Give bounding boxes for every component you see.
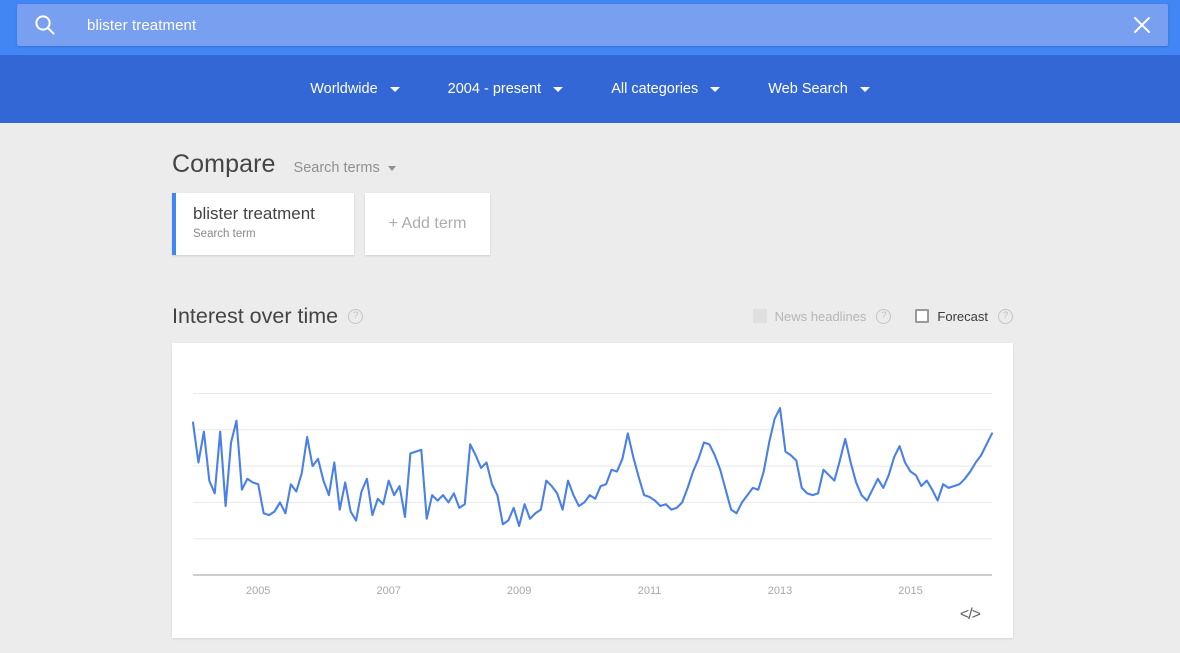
add-term-button[interactable]: + Add term (365, 193, 490, 255)
svg-text:2005: 2005 (246, 585, 270, 597)
interest-over-time-chart-card: 2005 2007 2009 2011 2013 2015 </> (172, 343, 1013, 638)
filter-nav-bar: Worldwide 2004 - present All categories … (0, 55, 1180, 123)
main-content: Compare Search terms blister treatment S… (0, 123, 1180, 653)
nav-item-location[interactable]: Worldwide (310, 81, 400, 97)
close-icon[interactable] (1130, 13, 1154, 37)
section-title: Interest over time (172, 303, 339, 328)
chevron-down-icon (389, 86, 400, 92)
help-icon[interactable]: ? (998, 308, 1013, 324)
term-card[interactable]: blister treatment Search term (172, 193, 354, 255)
trend-line-chart[interactable]: 2005 2007 2009 2011 2013 2015 (172, 343, 1013, 638)
chevron-down-icon (387, 165, 396, 171)
svg-text:2015: 2015 (898, 585, 922, 597)
toggle-forecast[interactable]: Forecast ? (915, 308, 1013, 324)
nav-item-category-label: All categories (611, 81, 699, 97)
compare-type-label: Search terms (293, 160, 380, 176)
svg-text:2009: 2009 (507, 585, 531, 597)
page-title: Compare (172, 150, 276, 178)
nav-item-search-type-label: Web Search (768, 81, 848, 97)
chart-toggles: News headlines ? Forecast ? (729, 308, 1013, 324)
checkbox-forecast[interactable] (915, 309, 930, 323)
compare-type-select[interactable]: Search terms (294, 160, 396, 176)
term-card-type: Search term (193, 228, 256, 240)
nav-item-time-range[interactable]: 2004 - present (448, 81, 564, 97)
top-search-bar (0, 0, 1180, 55)
interest-over-time-header: Interest over time ? News headlines ? Fo… (172, 296, 1013, 336)
toggle-news-headlines-label: News headlines (774, 308, 867, 324)
search-field-container[interactable] (17, 4, 1168, 46)
nav-item-location-label: Worldwide (310, 81, 378, 97)
search-icon[interactable] (33, 13, 57, 37)
help-icon[interactable]: ? (876, 308, 892, 324)
svg-text:2013: 2013 (768, 585, 792, 597)
search-input[interactable] (85, 15, 1085, 37)
checkbox-news-headlines[interactable] (752, 309, 767, 323)
nav-item-search-type[interactable]: Web Search (768, 81, 870, 97)
compare-header: Compare Search terms (172, 150, 396, 179)
embed-code-icon[interactable]: </> (960, 606, 981, 624)
chevron-down-icon (859, 86, 870, 92)
chevron-down-icon (710, 86, 721, 92)
help-icon[interactable]: ? (348, 308, 364, 324)
term-card-name: blister treatment (193, 204, 315, 223)
toggle-forecast-label: Forecast (937, 308, 988, 324)
svg-text:2007: 2007 (376, 585, 400, 597)
chevron-down-icon (553, 86, 564, 92)
svg-text:2011: 2011 (638, 585, 662, 597)
nav-item-category[interactable]: All categories (611, 81, 721, 97)
nav-item-time-range-label: 2004 - present (447, 81, 542, 97)
toggle-news-headlines[interactable]: News headlines ? (752, 308, 892, 324)
term-card-list: blister treatment Search term + Add term (172, 193, 490, 255)
